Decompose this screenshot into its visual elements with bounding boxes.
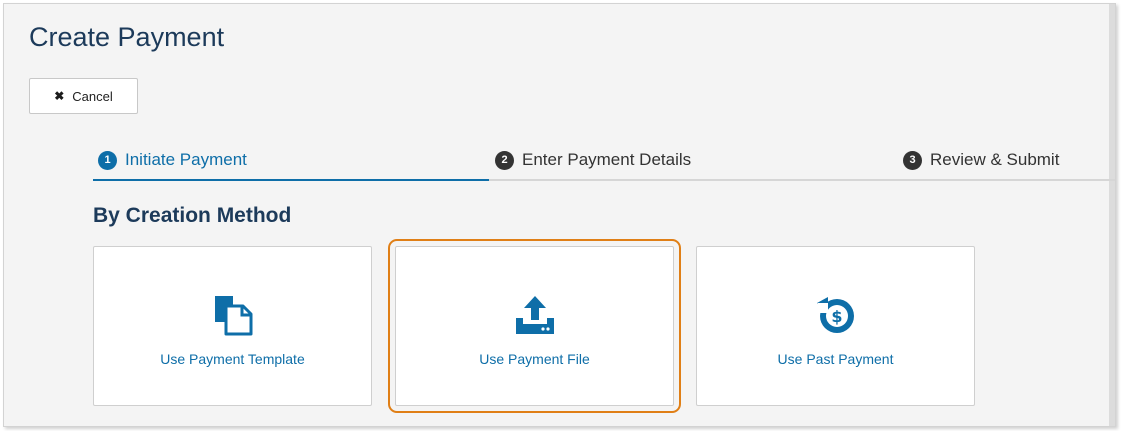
history-dollar-icon: $ [814,293,858,337]
step-number: 3 [903,150,922,170]
step-label: Review & Submit [930,150,1060,169]
svg-text:$: $ [831,307,842,326]
card-label: Use Past Payment [777,351,894,367]
step-label: Enter Payment Details [522,150,692,169]
step-review-submit[interactable]: 3 Review & Submit [903,139,1059,181]
card-label: Use Payment File [479,351,590,367]
card-use-payment-file[interactable]: Use Payment File [388,239,681,413]
cancel-button[interactable]: ✖ Cancel [29,78,138,114]
page-title: Create Payment [29,22,225,52]
step-enter-payment-details[interactable]: 2 Enter Payment Details [495,139,691,181]
card-label: Use Payment Template [160,351,305,367]
upload-icon [513,293,557,337]
progress-steps: 1 Initiate Payment 2 Enter Payment Detai… [93,139,1115,181]
card-use-past-payment[interactable]: $ Use Past Payment [696,246,975,406]
step-label: Initiate Payment [125,150,247,169]
close-icon: ✖ [54,89,65,103]
document-copy-icon [212,293,254,337]
step-number: 1 [98,150,117,170]
step-initiate-payment[interactable]: 1 Initiate Payment [98,139,247,181]
scrollbar[interactable] [1109,4,1115,426]
cancel-button-label: Cancel [72,88,113,104]
section-title: By Creation Method [93,204,292,227]
step-number: 2 [495,150,514,170]
active-step-indicator [93,179,489,181]
app-frame: Create Payment ✖ Cancel 1 Initiate Payme… [3,3,1116,427]
card-use-payment-template[interactable]: Use Payment Template [93,246,372,406]
